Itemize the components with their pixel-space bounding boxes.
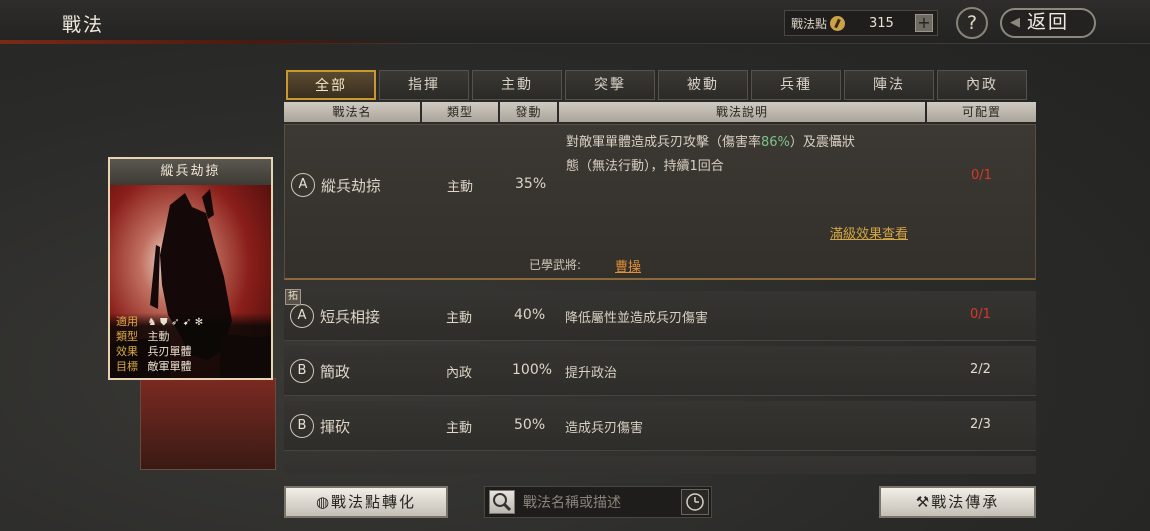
desc-text: 態（無法行動），持續1回合 xyxy=(566,159,724,174)
tactic-type: 主動 xyxy=(446,311,473,326)
desc-text: ）及震懾狀 xyxy=(789,135,855,150)
grade-badge: B xyxy=(290,359,314,383)
inherit-label: 戰法傳承 xyxy=(931,493,1000,511)
tactic-type: 主動 xyxy=(446,421,473,436)
card-target-value: 敵軍單體 xyxy=(147,360,192,373)
hammer-icon: ⚒ xyxy=(915,493,932,511)
back-label: 返回 xyxy=(1026,11,1069,33)
card-info-panel: 適用 ♞ ⛊ ➶ ➹ ✻ 類型 主動 效果 兵刃單體 目標 敵軍單體 xyxy=(110,313,271,378)
grade-badge: B xyxy=(290,414,314,438)
tab-formation[interactable]: 陣法 xyxy=(844,70,934,100)
convert-points-button[interactable]: ◍戰法點轉化 xyxy=(284,486,448,518)
tactic-list[interactable]: A 縱兵劫掠 主動 35% 對敵軍單體造成兵刃攻擊（傷害率86%）及震懾狀 態（… xyxy=(284,124,1036,474)
clock-icon xyxy=(686,493,704,511)
card-type-row: 類型 主動 xyxy=(116,330,170,344)
search-bar xyxy=(484,486,712,518)
tactic-description: 降低屬性並造成兵刃傷害 xyxy=(565,311,709,326)
tab-assault[interactable]: 突擊 xyxy=(565,70,655,100)
add-points-button[interactable]: + xyxy=(915,14,933,32)
tab-command[interactable]: 指揮 xyxy=(379,70,469,100)
column-header-name[interactable]: 戰法名 xyxy=(284,102,420,122)
tactic-points-display: 戰法點 315 + xyxy=(784,10,938,36)
tactic-points-icon xyxy=(830,15,846,31)
back-button[interactable]: ◀ 返回 xyxy=(1000,8,1096,38)
tab-internal[interactable]: 內政 xyxy=(937,70,1027,100)
tactic-alloc: 0/1 xyxy=(971,168,992,183)
tactic-rate: 35% xyxy=(515,176,547,192)
back-arrow-icon: ◀ xyxy=(1010,15,1022,30)
tab-all[interactable]: 全部 xyxy=(286,70,376,100)
tactic-card-preview: 縱兵劫掠 適用 ♞ ⛊ ➶ ➹ ✻ 類型 主動 效果 兵刃單體 目標 敵軍單體 xyxy=(108,157,273,380)
tactic-name: 簡政 xyxy=(320,363,351,381)
tactic-row-partial[interactable] xyxy=(284,456,1036,474)
tactic-points-value: 315 xyxy=(869,15,894,31)
grade-badge: A xyxy=(291,173,315,197)
card-target-key: 目標 xyxy=(116,360,138,373)
card-preview-back xyxy=(140,378,276,470)
card-target-row: 目標 敵軍單體 xyxy=(116,360,192,374)
card-title: 縱兵劫掠 xyxy=(110,159,271,185)
history-clock-icon[interactable] xyxy=(681,489,709,515)
column-header-rate[interactable]: 發動 xyxy=(500,102,557,122)
tactic-name: 短兵相接 xyxy=(320,308,381,326)
spear-icon: ➹ xyxy=(182,317,192,328)
title-accent xyxy=(0,40,420,44)
grade-badge: A xyxy=(290,304,314,328)
learned-general-link[interactable]: 曹操 xyxy=(615,256,641,275)
magnifier-icon xyxy=(493,493,512,512)
tactic-alloc: 2/2 xyxy=(970,362,991,377)
column-header-desc: 戰法說明 xyxy=(559,102,925,122)
tab-troop[interactable]: 兵種 xyxy=(751,70,841,100)
help-button[interactable]: ? xyxy=(956,7,988,39)
bow-icon: ➶ xyxy=(170,317,180,328)
tactic-tabs: 全部 指揮 主動 突擊 被動 兵種 陣法 內政 xyxy=(286,70,1030,100)
tactic-rate: 40% xyxy=(514,307,546,323)
tactic-row[interactable]: A 短兵相接 主動 40% 降低屬性並造成兵刃傷害 0/1 xyxy=(284,291,1036,341)
shield-icon: ⛊ xyxy=(159,317,168,328)
tactic-rate: 100% xyxy=(512,362,553,378)
tactic-alloc: 2/3 xyxy=(970,417,991,432)
learned-generals-label: 已學武將: xyxy=(529,258,582,272)
page-title: 戰法 xyxy=(62,14,105,36)
card-type-key: 類型 xyxy=(116,330,138,343)
tactic-type: 內政 xyxy=(446,366,473,381)
gear-icon: ✻ xyxy=(194,317,204,328)
top-bar: 戰法 戰法點 315 + ? ◀ 返回 xyxy=(0,0,1150,44)
cavalry-icon: ♞ xyxy=(147,317,157,328)
search-icon[interactable] xyxy=(489,490,515,514)
tactic-description: 造成兵刃傷害 xyxy=(565,421,644,436)
card-effect-value: 兵刃單體 xyxy=(147,345,192,358)
tactic-points-label: 戰法點 xyxy=(791,16,828,31)
tactic-row[interactable]: B 揮砍 主動 50% 造成兵刃傷害 2/3 xyxy=(284,401,1036,451)
card-apply-key: 適用 xyxy=(116,315,138,328)
tactic-description: 對敵軍單體造成兵刃攻擊（傷害率86%）及震懾狀 態（無法行動），持續1回合 xyxy=(566,131,946,179)
convert-label: 戰法點轉化 xyxy=(331,493,417,511)
tactic-description: 提升政治 xyxy=(565,366,618,381)
tactic-row-expanded[interactable]: A 縱兵劫掠 主動 35% 對敵軍單體造成兵刃攻擊（傷害率86%）及震懾狀 態（… xyxy=(284,124,1036,280)
tactic-inherit-button[interactable]: ⚒戰法傳承 xyxy=(879,486,1036,518)
column-header-alloc[interactable]: 可配置 xyxy=(927,102,1036,122)
card-effect-key: 效果 xyxy=(116,345,138,358)
tactic-name: 揮砍 xyxy=(320,418,351,436)
tab-passive[interactable]: 被動 xyxy=(658,70,748,100)
tactic-row[interactable]: B 簡政 內政 100% 提升政治 2/2 xyxy=(284,346,1036,396)
card-type-value: 主動 xyxy=(147,330,170,343)
tactic-name: 縱兵劫掠 xyxy=(321,177,382,195)
convert-icon: ◍ xyxy=(315,493,332,511)
expand-corner-badge: 拓 xyxy=(285,289,301,305)
search-input[interactable] xyxy=(523,491,673,515)
tab-active[interactable]: 主動 xyxy=(472,70,562,100)
column-header-type[interactable]: 類型 xyxy=(422,102,498,122)
tactic-type: 主動 xyxy=(447,180,474,195)
full-effect-link[interactable]: 滿級效果查看 xyxy=(830,223,908,242)
desc-damage-rate: 86% xyxy=(761,135,790,150)
card-effect-row: 效果 兵刃單體 xyxy=(116,345,192,359)
tactic-alloc: 0/1 xyxy=(970,307,991,322)
card-apply-row: 適用 ♞ ⛊ ➶ ➹ ✻ xyxy=(116,315,203,330)
desc-text: 對敵軍單體造成兵刃攻擊（傷害率 xyxy=(566,135,762,150)
tactic-rate: 50% xyxy=(514,417,546,433)
